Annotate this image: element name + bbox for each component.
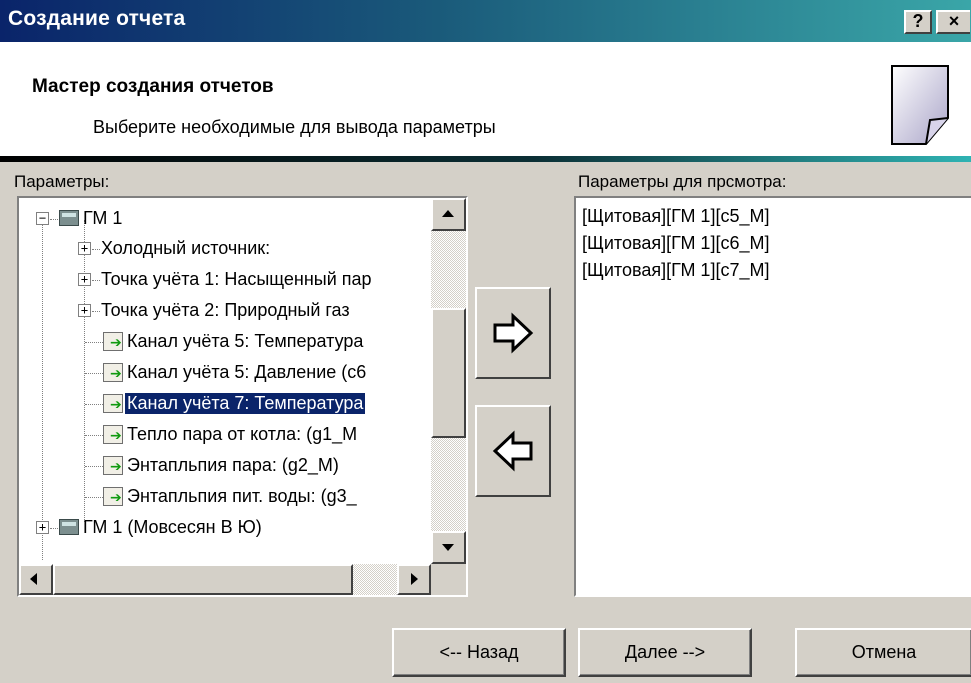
wizard-header: Мастер создания отчетов Выберите необход…: [0, 42, 971, 156]
vertical-scroll-thumb[interactable]: [431, 308, 466, 438]
tree-line: [85, 435, 103, 436]
tree-node-label: ГМ 1 (Мовсесян В Ю): [83, 517, 262, 537]
tree-node-channel-7-temp[interactable]: ➔ Канал учёта 7: Температура: [19, 391, 431, 417]
wizard-subtitle: Выберите необходимые для вывода параметр…: [93, 117, 496, 137]
tree-node-channel-5-temp[interactable]: ➔ Канал учёта 5: Температура: [19, 329, 431, 355]
next-button[interactable]: Далее -->: [578, 628, 752, 677]
view-parameters-list[interactable]: [Щитовая][ГМ 1][c5_M] [Щитовая][ГМ 1][c6…: [574, 196, 971, 597]
view-parameters-label: Параметры для прсмотра:: [578, 172, 787, 191]
channel-icon: ➔: [103, 394, 123, 413]
tree-node-label: ГМ 1: [83, 208, 123, 228]
help-button[interactable]: ?: [904, 10, 932, 34]
chevron-up-icon: [442, 210, 454, 217]
channel-icon: ➔: [103, 487, 123, 506]
wizard-title: Мастер создания отчетов: [32, 76, 274, 97]
channel-icon: ➔: [103, 456, 123, 475]
scrollbar-corner: [431, 564, 466, 595]
expand-icon[interactable]: +: [36, 521, 49, 534]
scroll-up-button[interactable]: [431, 198, 466, 231]
collapse-icon[interactable]: −: [36, 212, 49, 225]
tree-node-label: Холодный источник:: [101, 238, 271, 258]
parameters-tree[interactable]: − ГМ 1 + Холодный источник: + Точка учёт…: [17, 196, 468, 597]
parameters-label: Параметры:: [14, 172, 110, 191]
tree-node-label: Канал учёта 7: Температура: [123, 392, 367, 415]
back-button[interactable]: <-- Назад: [392, 628, 566, 677]
list-item[interactable]: [Щитовая][ГМ 1][c6_M]: [582, 233, 769, 254]
expand-icon[interactable]: +: [78, 273, 91, 286]
scroll-down-button[interactable]: [431, 531, 466, 564]
tree-node-gm1-movsesyan[interactable]: + ГМ 1 (Мовсесян В Ю): [19, 515, 431, 541]
tree-node-gm1[interactable]: − ГМ 1: [19, 206, 431, 232]
chevron-down-icon: [442, 544, 454, 551]
tree-node-label: Канал учёта 5: Температура: [127, 331, 364, 351]
list-item[interactable]: [Щитовая][ГМ 1][c7_M]: [582, 260, 769, 281]
add-parameter-button[interactable]: [475, 287, 551, 379]
scroll-left-button[interactable]: [19, 564, 53, 595]
title-bar: Создание отчета ? ×: [0, 0, 971, 42]
tree-line: [85, 342, 103, 343]
tree-vertical-scrollbar[interactable]: [431, 198, 466, 564]
close-button[interactable]: ×: [936, 10, 970, 34]
arrow-left-icon: [492, 430, 533, 472]
tree-node-label: Канал учёта 5: Давление (c6: [127, 362, 367, 382]
list-item[interactable]: [Щитовая][ГМ 1][c5_M]: [582, 206, 769, 227]
remove-parameter-button[interactable]: [475, 405, 551, 497]
arrow-right-icon: [493, 312, 534, 354]
tree-node-label: Точка учёта 2: Природный газ: [101, 300, 350, 320]
tree-line: [50, 528, 58, 529]
window-title: Создание отчета: [8, 7, 186, 30]
channel-icon: ➔: [103, 363, 123, 382]
device-icon: [59, 210, 79, 226]
expand-icon[interactable]: +: [78, 242, 91, 255]
channel-icon: ➔: [103, 332, 123, 351]
tree-node-point-1[interactable]: + Точка учёта 1: Насыщенный пар: [19, 267, 431, 293]
tree-line: [85, 466, 103, 467]
horizontal-scroll-thumb[interactable]: [53, 564, 353, 595]
device-icon: [59, 519, 79, 535]
tree-node-channel-5-pressure[interactable]: ➔ Канал учёта 5: Давление (c6: [19, 360, 431, 386]
tree-node-cold-source[interactable]: + Холодный источник:: [19, 236, 431, 262]
cancel-button[interactable]: Отмена: [795, 628, 971, 677]
tree-line: [85, 404, 103, 405]
tree-line: [85, 373, 103, 374]
scroll-right-button[interactable]: [397, 564, 431, 595]
tree-node-label: Энтапльпия пара: (g2_M): [127, 455, 339, 475]
tree-node-label: Энтапльпия пит. воды: (g3_: [127, 486, 357, 506]
wizard-page-icon: [891, 65, 949, 145]
expand-icon[interactable]: +: [78, 304, 91, 317]
chevron-right-icon: [411, 573, 418, 585]
tree-horizontal-scrollbar[interactable]: [19, 564, 431, 595]
tree-node-steam-heat[interactable]: ➔ Тепло пара от котла: (g1_M: [19, 422, 431, 448]
chevron-left-icon: [30, 573, 37, 585]
header-separator: [0, 156, 971, 162]
tree-line: [50, 219, 58, 220]
tree-content: − ГМ 1 + Холодный источник: + Точка учёт…: [19, 198, 431, 564]
tree-node-point-2[interactable]: + Точка учёта 2: Природный газ: [19, 298, 431, 324]
tree-line: [85, 497, 103, 498]
channel-icon: ➔: [103, 425, 123, 444]
tree-node-label: Тепло пара от котла: (g1_M: [127, 424, 358, 444]
tree-node-feedwater-enthalpy[interactable]: ➔ Энтапльпия пит. воды: (g3_: [19, 484, 431, 510]
tree-node-label: Точка учёта 1: Насыщенный пар: [101, 269, 372, 289]
tree-node-steam-enthalpy[interactable]: ➔ Энтапльпия пара: (g2_M): [19, 453, 431, 479]
